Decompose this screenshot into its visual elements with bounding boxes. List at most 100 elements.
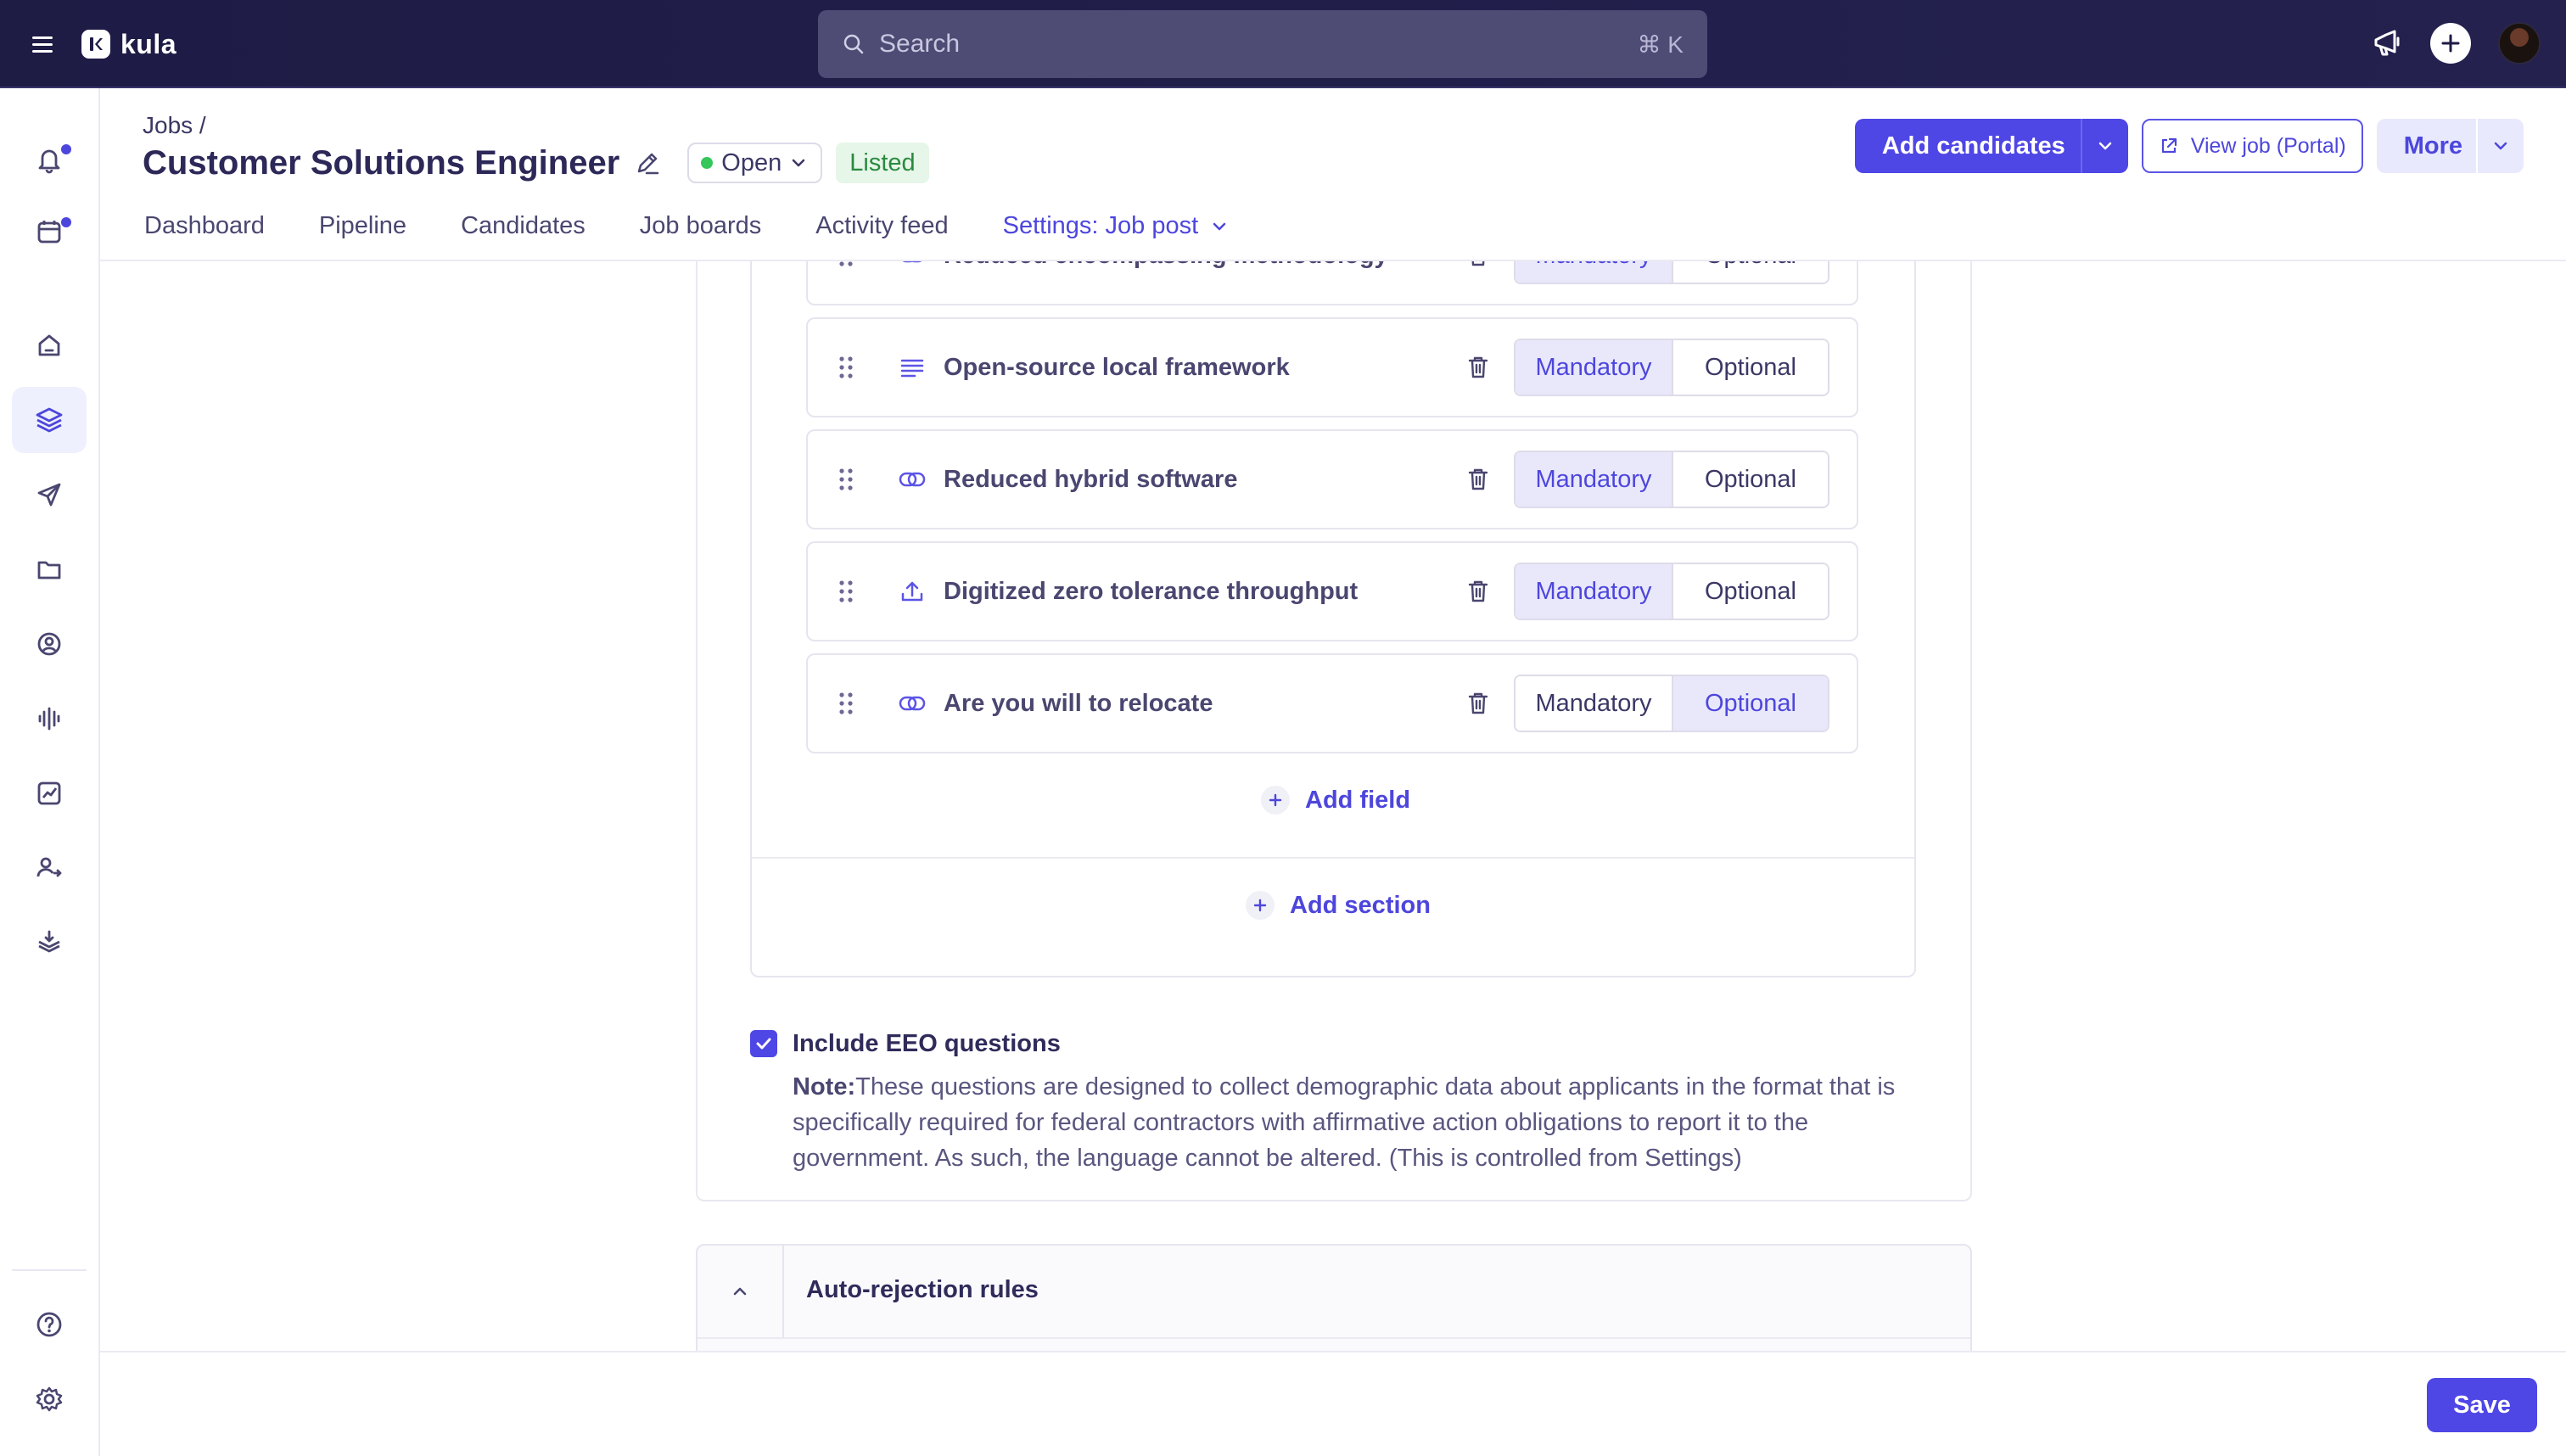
mandatory-option[interactable]: Mandatory — [1516, 676, 1672, 731]
chevron-up-icon — [733, 1287, 747, 1296]
more-menu-button[interactable] — [2476, 119, 2524, 173]
footer-bar: Save — [100, 1351, 2566, 1456]
chevron-down-icon — [2098, 142, 2111, 150]
calendar-dot — [61, 217, 71, 227]
tab-activity-feed[interactable]: Activity feed — [815, 207, 948, 261]
add-field-button[interactable]: Add field — [1261, 786, 1410, 815]
left-navigation-rail — [0, 88, 100, 1456]
trash-icon[interactable] — [1466, 691, 1490, 716]
tab-pipeline[interactable]: Pipeline — [319, 207, 406, 261]
rail-divider — [12, 1269, 87, 1271]
create-new-icon[interactable] — [2430, 23, 2471, 64]
tab-job-boards[interactable]: Job boards — [640, 207, 762, 261]
referrals-icon[interactable] — [12, 835, 87, 901]
tab-dashboard[interactable]: Dashboard — [144, 207, 265, 261]
trash-icon[interactable] — [1466, 579, 1490, 604]
trash-icon[interactable] — [1466, 467, 1490, 492]
status-label: Open — [721, 148, 782, 176]
app-name: kula — [120, 28, 177, 59]
app-logo[interactable]: kula — [81, 27, 176, 61]
status-dropdown[interactable]: Open — [687, 143, 823, 183]
header-actions: Add candidates View job (Portal) More — [1854, 119, 2524, 173]
top-bar: kula Search ⌘ K — [0, 0, 2566, 88]
help-icon[interactable] — [12, 1291, 87, 1358]
send-icon[interactable] — [12, 462, 87, 528]
optional-option[interactable]: Optional — [1672, 261, 1828, 283]
tab-candidates[interactable]: Candidates — [461, 207, 585, 261]
drag-handle-icon[interactable] — [837, 261, 855, 270]
external-link-icon — [2159, 136, 2179, 156]
user-circle-icon[interactable] — [12, 611, 87, 677]
more-split-button: More — [2376, 119, 2524, 173]
search-shortcut: ⌘ K — [1637, 31, 1684, 58]
search-placeholder: Search — [879, 30, 961, 58]
auto-rejection-rules-title: Auto-rejection rules — [806, 1276, 1039, 1303]
notifications-icon[interactable] — [12, 126, 87, 192]
mandatory-option[interactable]: Mandatory — [1516, 452, 1672, 507]
mandatory-option[interactable]: Mandatory — [1516, 340, 1672, 395]
calendar-icon[interactable] — [12, 199, 87, 265]
chevron-down-icon — [790, 154, 807, 171]
audio-wave-icon[interactable] — [12, 686, 87, 752]
tab-settings-label: Settings: Job post — [1002, 212, 1199, 239]
kula-logo-icon — [81, 30, 110, 59]
field-label: Reduced hybrid software — [944, 465, 1238, 493]
drag-handle-icon[interactable] — [837, 689, 855, 718]
mandatory-option[interactable]: Mandatory — [1516, 261, 1672, 283]
optional-option[interactable]: Optional — [1672, 564, 1828, 619]
view-job-portal-button[interactable]: View job (Portal) — [2141, 119, 2363, 173]
page-title: Customer Solutions Engineer — [143, 143, 620, 182]
collapse-toggle[interactable] — [698, 1246, 784, 1337]
add-section-label: Add section — [1290, 891, 1431, 919]
eeo-checkbox[interactable] — [750, 1030, 777, 1057]
menu-icon[interactable] — [27, 31, 58, 58]
user-avatar[interactable] — [2498, 22, 2541, 64]
field-label: Open-source local framework — [944, 353, 1290, 381]
announcements-icon[interactable] — [2369, 26, 2403, 60]
upload-icon — [898, 579, 927, 604]
tab-settings-job-post[interactable]: Settings: Job post — [1003, 207, 1230, 261]
optional-option[interactable]: Optional — [1672, 676, 1828, 731]
settings-gear-icon[interactable] — [12, 1366, 87, 1432]
eeo-note-prefix: Note: — [793, 1073, 856, 1100]
more-button[interactable]: More — [2377, 119, 2476, 173]
field-label: Digitized zero tolerance throughput — [944, 577, 1359, 605]
form-field-row: Digitized zero tolerance throughput Mand… — [806, 541, 1858, 641]
breadcrumb[interactable]: Jobs / — [143, 112, 206, 139]
add-candidates-button[interactable]: Add candidates — [1855, 119, 2081, 173]
edit-pencil-icon[interactable] — [633, 148, 662, 177]
home-icon[interactable] — [12, 312, 87, 378]
top-right-actions — [2369, 22, 2541, 64]
required-toggle: Mandatory Optional — [1514, 675, 1829, 732]
plus-icon — [1261, 786, 1290, 815]
optional-option[interactable]: Optional — [1672, 452, 1828, 507]
save-button[interactable]: Save — [2427, 1378, 2537, 1432]
form-field-row: Open-source local framework Mandatory Op… — [806, 317, 1858, 417]
analytics-icon[interactable] — [12, 760, 87, 826]
field-label: Reduced encompassing methodology — [944, 261, 1466, 270]
title-row: Customer Solutions Engineer Open Listed — [143, 143, 929, 183]
listed-badge: Listed — [836, 143, 929, 183]
drag-handle-icon[interactable] — [837, 353, 855, 382]
notification-dot — [61, 144, 71, 154]
chevron-down-icon — [2494, 142, 2507, 150]
eeo-note: Note:These questions are designed to col… — [793, 1069, 1930, 1176]
jobs-layers-icon[interactable] — [12, 387, 87, 453]
add-candidates-menu-button[interactable] — [2080, 119, 2128, 173]
optional-option[interactable]: Optional — [1672, 340, 1828, 395]
drag-handle-icon[interactable] — [837, 465, 855, 494]
add-section-button[interactable]: Add section — [1246, 891, 1431, 920]
form-field-row: Are you will to relocate Mandatory Optio… — [806, 653, 1858, 753]
search-bar[interactable]: Search ⌘ K — [818, 10, 1707, 78]
folder-icon[interactable] — [12, 536, 87, 602]
text-lines-icon — [898, 357, 927, 378]
eeo-label[interactable]: Include EEO questions — [793, 1030, 1061, 1058]
import-icon[interactable] — [12, 910, 87, 976]
link-icon — [898, 471, 927, 488]
required-toggle: Mandatory Optional — [1514, 451, 1829, 508]
trash-icon[interactable] — [1466, 355, 1490, 380]
form-field-row: Reduced encompassing methodology Mandato… — [806, 261, 1858, 305]
drag-handle-icon[interactable] — [837, 577, 855, 606]
mandatory-option[interactable]: Mandatory — [1516, 564, 1672, 619]
trash-icon[interactable] — [1466, 261, 1490, 268]
